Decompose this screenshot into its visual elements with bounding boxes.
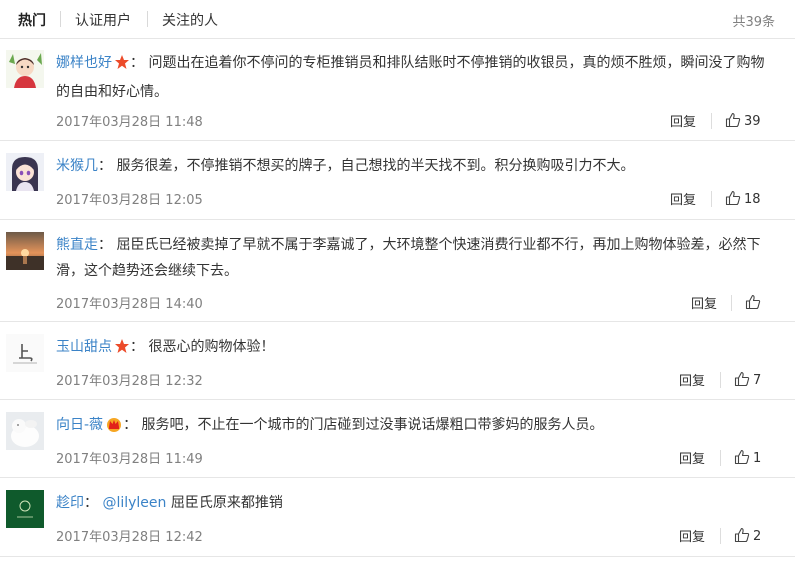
username-link[interactable]: 向日-薇 xyxy=(56,417,103,433)
tab-following[interactable]: 关注的人 xyxy=(162,10,218,30)
like-count: 7 xyxy=(753,373,762,388)
like-button[interactable]: 2 xyxy=(734,527,761,544)
avatar[interactable] xyxy=(6,232,44,270)
thumbs-up-icon xyxy=(745,294,761,310)
username-link[interactable]: 米猴几 xyxy=(56,158,98,174)
like-button[interactable] xyxy=(745,294,764,311)
like-count: 1 xyxy=(753,451,762,466)
reply-button[interactable]: 回复 xyxy=(691,293,717,312)
comment-time: 2017年03月28日 11:49 xyxy=(56,452,203,467)
reply-button[interactable]: 回复 xyxy=(679,370,705,389)
tab-divider xyxy=(60,11,61,27)
username-link[interactable]: 熊直走 xyxy=(56,237,98,253)
comment-item: 向日-薇： 服务吧，不止在一个城市的门店碰到过没事说话爆粗口带爹妈的服务人员。 … xyxy=(0,400,795,478)
comment-body: 米猴几： 服务很差，不停推销不想买的牌子，自己想找的半天找不到。积分换购吸引力不… xyxy=(56,153,774,179)
comment-item: 熊直走： 屈臣氏已经被卖掉了早就不属于李嘉诚了，大环境整个快速消费行业都不行，再… xyxy=(0,220,795,322)
comment-text: 服务很差，不停推销不想买的牌子，自己想找的半天找不到。积分换购吸引力不大。 xyxy=(116,158,635,174)
comment-body: 熊直走： 屈臣氏已经被卖掉了早就不属于李嘉诚了，大环境整个快速消费行业都不行，再… xyxy=(56,232,774,284)
mention-link[interactable]: @lilyleen xyxy=(102,495,166,511)
avatar[interactable] xyxy=(6,153,44,191)
avatar[interactable] xyxy=(6,334,44,372)
tab-verified-users[interactable]: 认证用户 xyxy=(75,10,131,30)
username-separator: ： xyxy=(130,55,144,71)
like-count: 39 xyxy=(744,114,761,129)
comment-body: 趁印： @lilyleen 屈臣氏原来都推销 xyxy=(56,490,774,516)
thumbs-up-icon xyxy=(734,527,750,543)
reply-button[interactable]: 回复 xyxy=(679,526,705,545)
comment-text: 屈臣氏已经被卖掉了早就不属于李嘉诚了，大环境整个快速消费行业都不行，再加上购物体… xyxy=(56,237,761,279)
comment-time: 2017年03月28日 11:48 xyxy=(56,115,203,130)
comment-time: 2017年03月28日 12:05 xyxy=(56,193,203,208)
username-link[interactable]: 娜样也好 xyxy=(56,55,112,71)
comment-time: 2017年03月28日 12:42 xyxy=(56,530,203,545)
comment-body: 向日-薇 ： 服务吧，不止在一个城市的门店碰到过没事说话爆粗口带爹妈的服务人员。 xyxy=(56,412,774,441)
username-link[interactable]: 玉山甜点 xyxy=(56,339,112,355)
username-separator: ： xyxy=(123,417,138,433)
like-count: 18 xyxy=(744,192,761,207)
like-count: 2 xyxy=(753,529,762,544)
comment-text: 很恶心的购物体验！ xyxy=(148,339,275,355)
reply-button[interactable]: 回复 xyxy=(670,111,696,130)
reply-button[interactable]: 回复 xyxy=(670,189,696,208)
username-separator: ： xyxy=(98,158,112,174)
comment-time: 2017年03月28日 12:32 xyxy=(56,374,203,389)
comment-item: 娜样也好 ： 问题出在追着你不停问的专柜推销员和排队结账时不停推销的收银员，真的烦… xyxy=(0,38,795,141)
like-button[interactable]: 39 xyxy=(725,112,761,129)
action-divider xyxy=(720,450,721,466)
action-divider xyxy=(720,528,721,544)
thumbs-up-icon xyxy=(734,371,750,387)
comment-item: 趁印： @lilyleen 屈臣氏原来都推销 2017年03月28日 12:42… xyxy=(0,478,795,557)
comment-item: 米猴几： 服务很差，不停推销不想买的牌子，自己想找的半天找不到。积分换购吸引力不… xyxy=(0,141,795,220)
action-divider xyxy=(720,372,721,388)
like-button[interactable]: 7 xyxy=(734,371,761,388)
avatar[interactable] xyxy=(6,490,44,528)
username-separator: ： xyxy=(130,339,144,355)
like-button[interactable]: 18 xyxy=(725,190,761,207)
reply-button[interactable]: 回复 xyxy=(679,448,705,467)
comment-body: 玉山甜点 ： 很恶心的购物体验！ xyxy=(56,334,774,363)
star-icon xyxy=(114,337,130,363)
comment-text: 服务吧，不止在一个城市的门店碰到过没事说话爆粗口带爹妈的服务人员。 xyxy=(141,417,604,433)
tab-divider xyxy=(147,11,148,27)
comment-item: 玉山甜点 ： 很恶心的购物体验！ 2017年03月28日 12:32 回复 7 xyxy=(0,322,795,400)
comment-time: 2017年03月28日 14:40 xyxy=(56,297,203,312)
username-separator: ： xyxy=(84,495,98,511)
action-divider xyxy=(731,295,732,311)
comment-text: 问题出在追着你不停问的专柜推销员和排队结账时不停推销的收银员，真的烦不胜烦，瞬间… xyxy=(56,55,765,100)
action-divider xyxy=(711,113,712,129)
star-icon xyxy=(114,53,130,79)
thumbs-up-icon xyxy=(734,449,750,465)
avatar[interactable] xyxy=(6,412,44,450)
comment-count: 共39条 xyxy=(732,15,775,30)
username-separator: ： xyxy=(98,237,112,253)
tab-hot[interactable]: 热门 xyxy=(18,10,46,30)
like-button[interactable]: 1 xyxy=(734,449,761,466)
comment-text: 屈臣氏原来都推销 xyxy=(170,495,283,511)
crown-icon xyxy=(105,415,123,441)
avatar[interactable] xyxy=(6,50,44,88)
comment-tabs: 热门 认证用户 关注的人 共39条 xyxy=(0,0,795,39)
action-divider xyxy=(711,191,712,207)
username-link[interactable]: 趁印 xyxy=(56,495,84,511)
thumbs-up-icon xyxy=(725,190,741,206)
thumbs-up-icon xyxy=(725,112,741,128)
comment-body: 娜样也好 ： 问题出在追着你不停问的专柜推销员和排队结账时不停推销的收银员，真的烦… xyxy=(56,50,774,105)
